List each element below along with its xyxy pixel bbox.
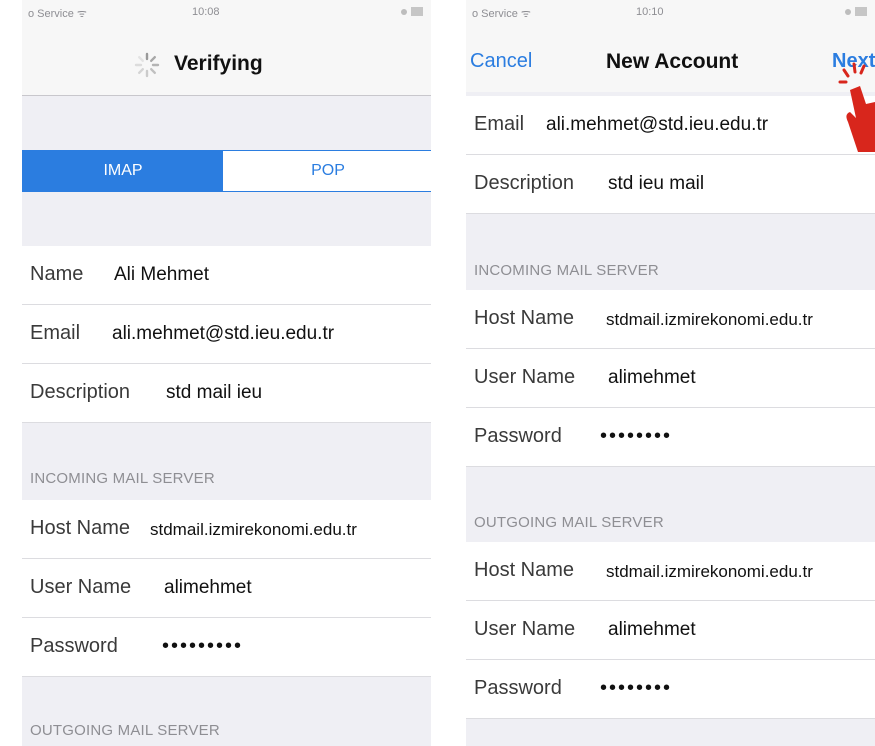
name-label: Name (30, 263, 84, 285)
host-label: Host Name (474, 307, 575, 329)
outgoing-password-field[interactable]: Password •••••••• (466, 660, 875, 719)
status-time: 10:10 (636, 6, 664, 18)
description-label: Description (30, 381, 131, 403)
activity-spinner-icon (134, 52, 160, 78)
username-value: alimehmet (164, 577, 252, 598)
incoming-host-field[interactable]: Host Name stdmail.izmirekonomi.edu.tr (22, 500, 431, 559)
nav-title: Verifying (174, 52, 263, 75)
description-value: std ieu mail (608, 173, 705, 194)
username-label: User Name (474, 366, 576, 388)
incoming-username-field[interactable]: User Name alimehmet (466, 349, 875, 408)
outgoing-section-header: OUTGOING MAIL SERVER (474, 514, 664, 531)
username-label: User Name (30, 576, 132, 598)
name-value: Ali Mehmet (114, 264, 210, 285)
outgoing-section-header: OUTGOING MAIL SERVER (30, 722, 220, 739)
cancel-button[interactable]: Cancel (470, 50, 532, 73)
segment-pop[interactable]: POP (223, 151, 431, 191)
carrier-label: o Service ᯤ (28, 8, 87, 20)
host-value: stdmail.izmirekonomi.edu.tr (150, 520, 357, 539)
host-value: stdmail.izmirekonomi.edu.tr (606, 562, 813, 581)
carrier-label: o Service ᯤ (472, 8, 531, 20)
description-field[interactable]: Description std mail ieu (22, 364, 431, 423)
incoming-password-field[interactable]: Password ••••••••• (22, 618, 431, 677)
description-field[interactable]: Description std ieu mail (466, 155, 875, 214)
new-account-screen: o Service ᯤ 10:10 Cancel New Account Nex… (466, 0, 875, 746)
status-bar: o Service ᯤ 10:10 (466, 0, 875, 30)
host-label: Host Name (30, 517, 131, 539)
host-value: stdmail.izmirekonomi.edu.tr (606, 310, 813, 329)
incoming-username-field[interactable]: User Name alimehmet (22, 559, 431, 618)
username-value: alimehmet (608, 367, 696, 388)
password-label: Password (30, 635, 118, 657)
battery-icon (845, 7, 867, 16)
account-type-segmented-control: IMAP POP (22, 150, 431, 192)
verifying-screen: o Service ᯤ 10:08 Verifying IMAP POP Nam… (22, 0, 431, 746)
email-value: ali.mehmet@std.ieu.edu.tr (112, 323, 335, 344)
email-field[interactable]: Email ali.mehmet@std.ieu.edu.tr (466, 96, 875, 155)
status-time: 10:08 (192, 6, 220, 18)
nav-bar: Verifying (22, 30, 431, 96)
description-label: Description (474, 172, 575, 194)
incoming-password-field[interactable]: Password •••••••• (466, 408, 875, 467)
password-value: ••••••••• (162, 635, 244, 657)
password-label: Password (474, 677, 562, 699)
incoming-host-field[interactable]: Host Name stdmail.izmirekonomi.edu.tr (466, 290, 875, 349)
incoming-section-header: INCOMING MAIL SERVER (474, 262, 659, 279)
status-bar: o Service ᯤ 10:08 (22, 0, 431, 30)
host-label: Host Name (474, 559, 575, 581)
description-value: std mail ieu (166, 382, 263, 403)
password-value: •••••••• (600, 425, 673, 447)
nav-bar: Cancel New Account Next (466, 30, 875, 92)
email-field[interactable]: Email ali.mehmet@std.ieu.edu.tr (22, 305, 431, 364)
nav-title: New Account (606, 50, 739, 73)
segment-imap[interactable]: IMAP (23, 151, 223, 191)
username-label: User Name (474, 618, 576, 640)
email-value: ali.mehmet@std.ieu.edu.tr (546, 114, 769, 135)
email-label: Email (474, 113, 525, 135)
incoming-section-header: INCOMING MAIL SERVER (30, 470, 215, 487)
password-label: Password (474, 425, 562, 447)
password-value: •••••••• (600, 677, 673, 699)
outgoing-host-field[interactable]: Host Name stdmail.izmirekonomi.edu.tr (466, 542, 875, 601)
outgoing-username-field[interactable]: User Name alimehmet (466, 601, 875, 660)
username-value: alimehmet (608, 619, 696, 640)
tap-pointer-hand-icon (838, 62, 875, 152)
email-label: Email (30, 322, 81, 344)
battery-icon (401, 7, 423, 16)
name-field[interactable]: Name Ali Mehmet (22, 246, 431, 305)
